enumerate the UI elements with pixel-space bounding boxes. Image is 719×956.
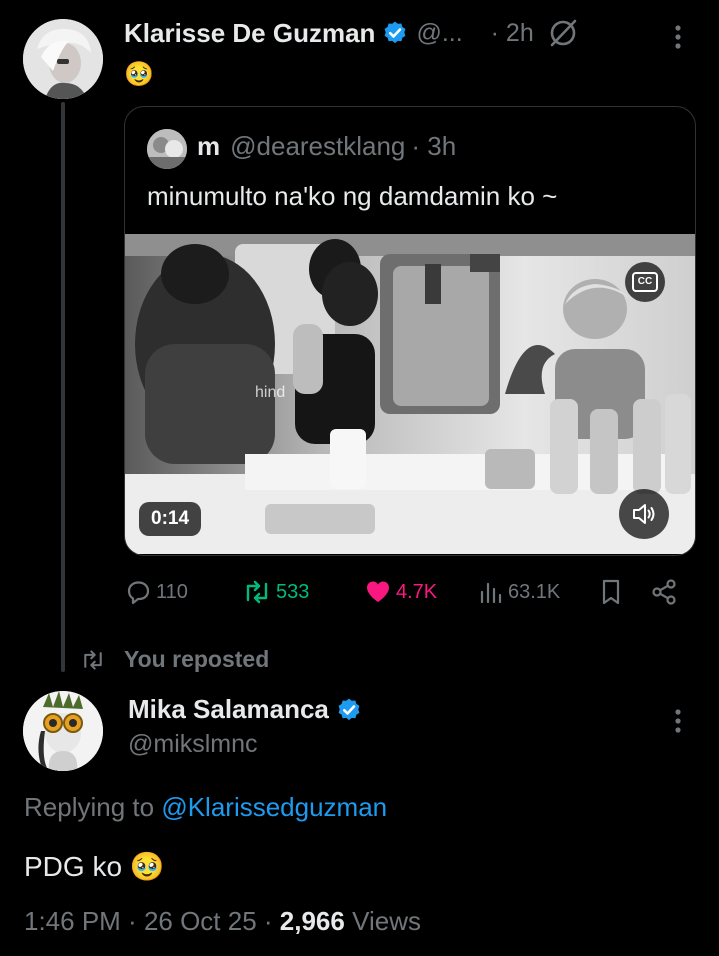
post-date[interactable]: 26 Oct 25 — [144, 906, 257, 936]
views-bar-chart-icon — [480, 582, 502, 604]
share-icon[interactable] — [650, 578, 678, 606]
reply-icon — [127, 581, 150, 605]
replying-to-handle-link[interactable]: @Klarissedguzman — [161, 792, 387, 822]
author-name[interactable]: Mika Salamanca — [128, 694, 329, 725]
tweet1-text: 🥹 — [124, 61, 154, 88]
quoted-text: minumulto na'ko ng damdamin ko ~ — [147, 181, 558, 211]
author-name[interactable]: Klarisse De Guzman — [124, 18, 375, 49]
cc-label: CC — [637, 276, 653, 287]
quoted-time[interactable]: · 3h — [411, 131, 456, 162]
replying-to: Replying to @Klarissedguzman — [24, 792, 387, 823]
replying-to-prefix: Replying to — [24, 792, 162, 822]
tweet2-text: PDG ko 🥹 — [24, 851, 165, 882]
quoted-header: m @dearestklang · 3h — [197, 131, 456, 162]
video-player[interactable]: hind CC 0:14 — [125, 234, 695, 554]
more-options-icon[interactable] — [670, 706, 686, 736]
author-handle[interactable]: @mikslmnc — [128, 730, 258, 759]
meta-separator: · — [256, 906, 280, 936]
speaker-icon — [633, 504, 655, 524]
thread-connector-line — [61, 102, 65, 672]
views-count: 63.1K — [508, 580, 561, 603]
repost-action[interactable]: 533 — [242, 578, 309, 606]
tweet1-header: Klarisse De Guzman @... · 2h — [124, 16, 578, 50]
verified-badge-icon — [336, 697, 362, 723]
reply-count: 110 — [156, 580, 188, 603]
post-time[interactable]: 1:46 PM — [24, 906, 121, 936]
klarisse-avatar[interactable] — [23, 19, 103, 99]
views-action[interactable]: 63.1K — [478, 578, 560, 606]
quoted-avatar[interactable] — [147, 129, 187, 169]
heart-icon — [367, 581, 389, 602]
mika-avatar[interactable] — [23, 691, 103, 771]
video-caption-overlay: hind — [255, 384, 286, 401]
repost-count: 533 — [276, 580, 310, 603]
tweet2-header: Mika Salamanca — [128, 694, 362, 725]
more-options-icon[interactable] — [670, 22, 686, 52]
repost-context-label: You reposted — [124, 646, 270, 672]
tweet-time[interactable]: · 2h — [491, 19, 534, 48]
quoted-tweet-card[interactable]: m @dearestklang · 3h minumulto na'ko ng … — [124, 106, 696, 556]
reply-action[interactable]: 110 — [124, 578, 188, 606]
like-count: 4.7K — [396, 580, 438, 603]
repost-context-icon — [84, 649, 102, 670]
views-label: Views — [352, 906, 421, 936]
author-handle[interactable]: @... — [416, 19, 462, 48]
views-count[interactable]: 2,966 — [280, 906, 345, 936]
repost-icon — [246, 580, 268, 604]
video-frame — [125, 234, 695, 554]
verified-badge-icon — [382, 20, 408, 46]
volume-button[interactable] — [619, 489, 669, 539]
video-duration-badge: 0:14 — [139, 502, 202, 536]
tweet2-meta: 1:46 PM · 26 Oct 25 · 2,966 Views — [24, 906, 421, 937]
like-action[interactable]: 4.7K — [364, 578, 437, 606]
repost-context: You reposted — [80, 646, 269, 673]
quoted-author-name[interactable]: m — [197, 131, 220, 162]
meta-separator: · — [120, 906, 144, 936]
captions-toggle-button[interactable]: CC — [625, 262, 665, 302]
bookmark-icon[interactable] — [598, 578, 624, 606]
quoted-author-handle[interactable]: @dearestklang — [230, 131, 405, 162]
grok-icon[interactable] — [548, 18, 578, 48]
